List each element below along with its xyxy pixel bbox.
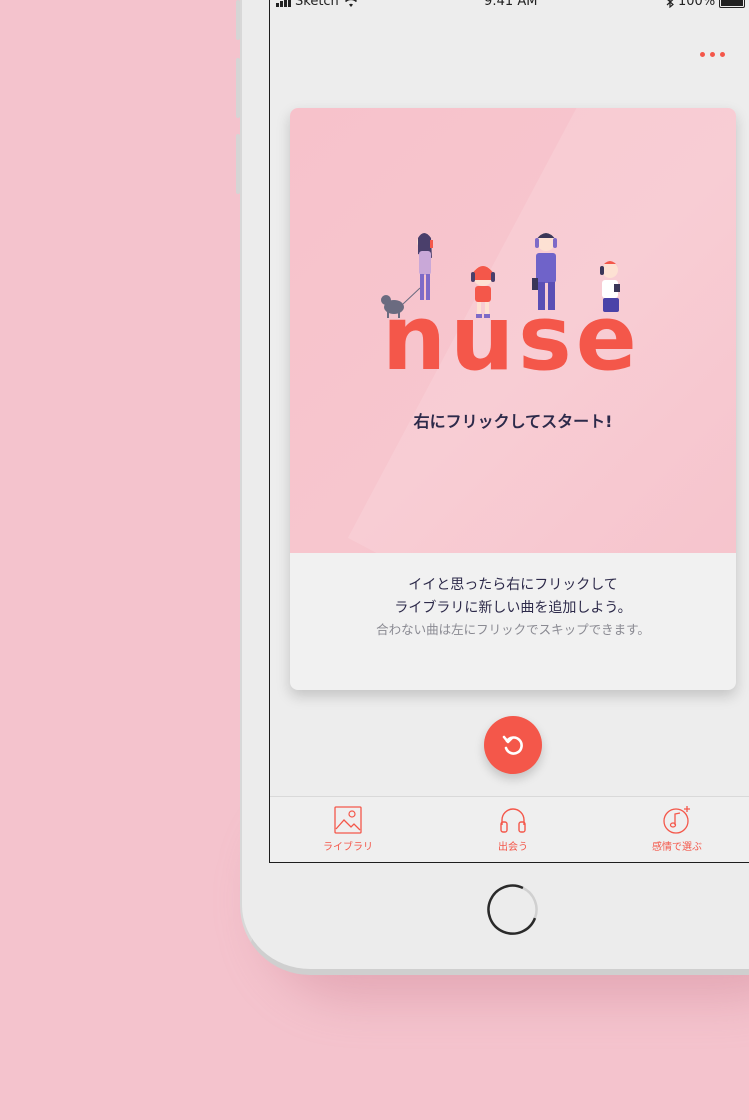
swipe-card[interactable]: nuse 右にフリックしてスタート! イイと思ったら右にフリックして ライブラリ… [290,108,736,690]
carrier-label: Sketch [295,0,339,9]
headphones-icon [500,808,526,833]
undo-icon [502,735,523,755]
side-button-volume-up [236,58,240,118]
card-line-1: イイと思ったら右にフリックして [408,577,618,593]
card-tagline: 右にフリックしてスタート! [413,412,613,431]
tab-emotion[interactable]: 感情で選ぶ [627,805,727,853]
battery-icon [719,0,746,8]
tab-discover[interactable]: 出会う [463,805,563,853]
wifi-icon [344,0,357,7]
card-artwork: nuse 右にフリックしてスタート! [290,108,736,553]
scene: Sketch 9:41 AM 100% nuse 右にフリックしてスタート! イ… [0,0,749,1120]
signal-icon [276,0,291,7]
image-icon [334,806,362,834]
app-screen: Sketch 9:41 AM 100% nuse 右にフリックしてスタート! イ… [269,0,749,863]
status-time: 9:41 AM [484,0,538,9]
tab-library[interactable]: ライブラリ [298,805,398,853]
tab-bar: ライブラリ 出会う 感情で選ぶ [270,796,749,862]
card-line-2: ライブラリに新しい曲を追加しよう。 [394,600,632,616]
tab-discover-label: 出会う [498,842,528,853]
side-button-silent [236,0,240,40]
status-right: 100% [666,0,746,9]
card-description: イイと思ったら右にフリックして ライブラリに新しい曲を追加しよう。 合わない曲は… [290,574,736,640]
home-button[interactable] [485,882,541,938]
bluetooth-icon [666,0,674,8]
nuse-logo: nuse [382,286,641,391]
card-line-3: 合わない曲は左にフリックでスキップできます。 [376,622,650,637]
undo-button[interactable] [484,716,542,774]
battery-label: 100% [678,0,716,9]
more-dots-icon[interactable] [700,52,725,57]
tab-library-label: ライブラリ [323,842,373,853]
music-note-add-icon [663,806,690,834]
status-bar: Sketch 9:41 AM 100% [270,0,749,20]
tab-emotion-label: 感情で選ぶ [652,842,702,853]
side-button-volume-down [236,134,240,194]
status-left: Sketch [276,0,359,9]
